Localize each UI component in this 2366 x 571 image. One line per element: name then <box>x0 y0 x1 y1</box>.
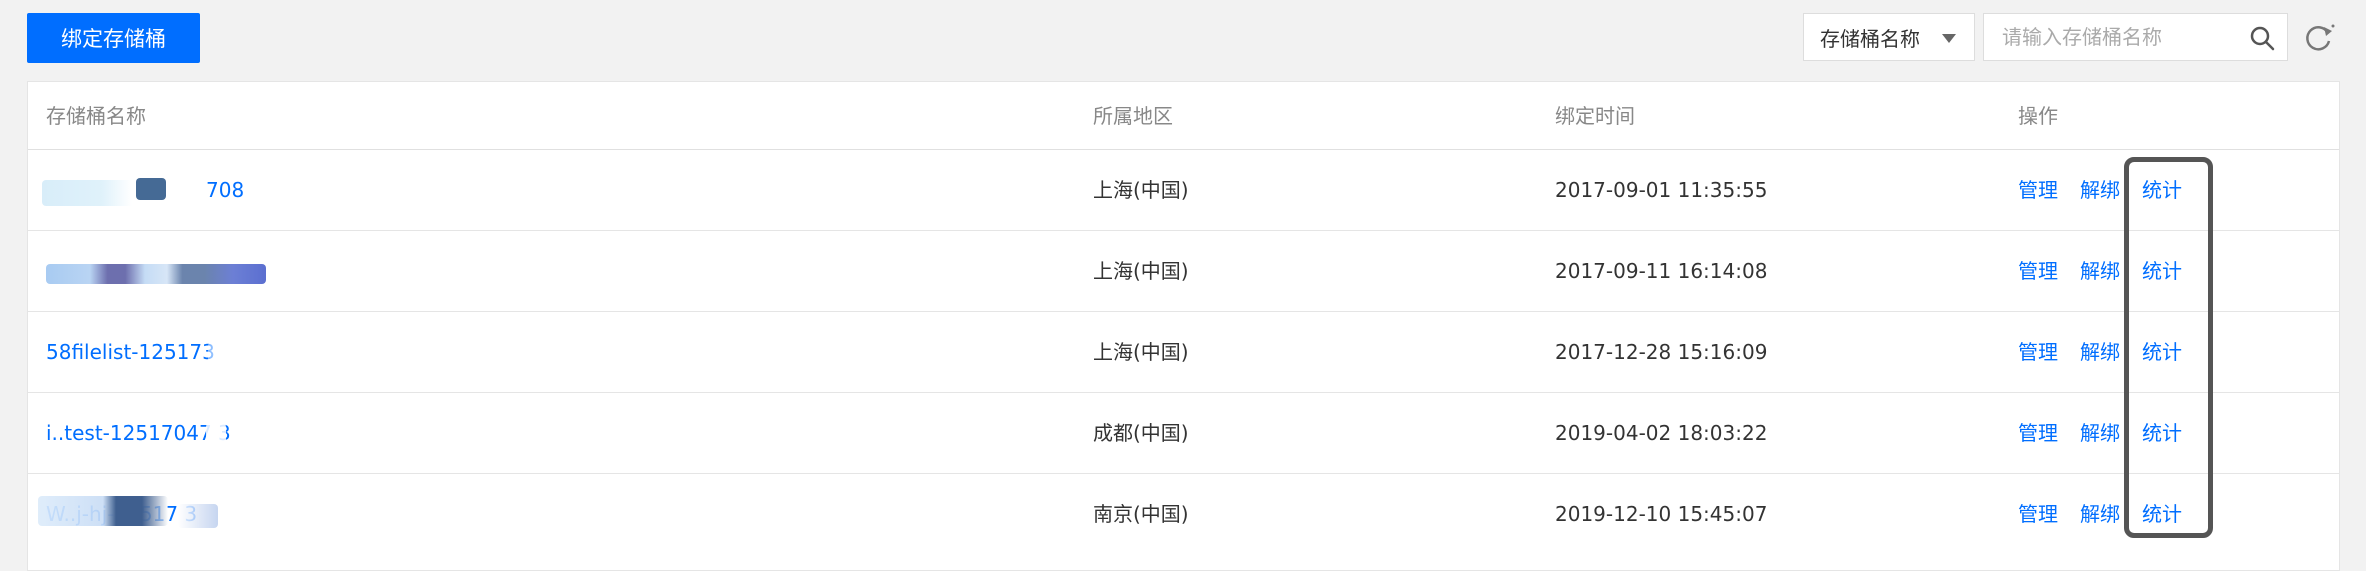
col-actions: 操作 <box>2018 104 2058 128</box>
unbind-link[interactable]: 解绑 <box>2080 231 2120 311</box>
search-icon[interactable] <box>2249 25 2275 51</box>
unbind-link[interactable]: 解绑 <box>2080 393 2120 473</box>
unbind-link[interactable]: 解绑 <box>2080 150 2120 230</box>
bind-time-cell: 2019-04-02 18:03:22 <box>1555 421 1768 445</box>
search-box <box>1983 13 2288 61</box>
stats-link[interactable]: 统计 <box>2142 393 2182 473</box>
manage-link[interactable]: 管理 <box>2018 150 2058 230</box>
table-row: 708 上海(中国) 2017-09-01 11:35:55 管理 解绑 统计 <box>28 150 2339 231</box>
region-cell: 上海(中国) <box>1093 178 1189 202</box>
unbind-link[interactable]: 解绑 <box>2080 474 2120 554</box>
caret-down-icon <box>1942 34 1956 43</box>
bucket-name-link[interactable]: 708 <box>46 150 244 230</box>
region-cell: 南京(中国) <box>1093 502 1189 526</box>
bind-time-cell: 2017-09-01 11:35:55 <box>1555 178 1768 202</box>
table-row: i..test-12517047 3 成都(中国) 2019-04-02 18:… <box>28 393 2339 474</box>
stats-link[interactable]: 统计 <box>2142 150 2182 230</box>
stats-link[interactable]: 统计 <box>2142 474 2182 554</box>
table-row: 58filelist-125173 上海(中国) 2017-12-28 15:1… <box>28 312 2339 393</box>
col-region: 所属地区 <box>1093 104 1173 128</box>
bind-time-cell: 2017-09-11 16:14:08 <box>1555 259 1768 283</box>
manage-link[interactable]: 管理 <box>2018 231 2058 311</box>
unbind-link[interactable]: 解绑 <box>2080 312 2120 392</box>
table-row: W..j-hj-12517 3 南京(中国) 2019-12-10 15:45:… <box>28 474 2339 555</box>
region-cell: 上海(中国) <box>1093 259 1189 283</box>
bucket-name-link[interactable]: 58filelist-125173 <box>46 312 215 392</box>
table-row: 上海(中国) 2017-09-11 16:14:08 管理 解绑 统计 <box>28 231 2339 312</box>
manage-link[interactable]: 管理 <box>2018 312 2058 392</box>
filter-field-select[interactable]: 存储桶名称 <box>1803 13 1975 61</box>
filter-select-value: 存储桶名称 <box>1820 26 1920 51</box>
bind-bucket-button[interactable]: 绑定存储桶 <box>27 13 200 63</box>
region-cell: 上海(中国) <box>1093 340 1189 364</box>
manage-link[interactable]: 管理 <box>2018 393 2058 473</box>
region-cell: 成都(中国) <box>1093 421 1189 445</box>
bind-time-cell: 2017-12-28 15:16:09 <box>1555 340 1768 364</box>
stats-link[interactable]: 统计 <box>2142 312 2182 392</box>
bucket-table: 存储桶名称 所属地区 绑定时间 操作 708 上海(中国) 2017-09-01… <box>27 81 2340 571</box>
refresh-icon[interactable] <box>2302 21 2336 55</box>
stats-link[interactable]: 统计 <box>2142 231 2182 311</box>
col-bind-time: 绑定时间 <box>1555 104 1635 128</box>
bucket-name-link[interactable]: i..test-12517047 3 <box>46 393 231 473</box>
table-header: 存储桶名称 所属地区 绑定时间 操作 <box>28 82 2339 150</box>
bind-time-cell: 2019-12-10 15:45:07 <box>1555 502 1768 526</box>
manage-link[interactable]: 管理 <box>2018 474 2058 554</box>
search-input[interactable] <box>1984 14 2234 60</box>
col-bucket-name: 存储桶名称 <box>46 104 146 128</box>
bucket-name-link[interactable]: W..j-hj-12517 3 <box>46 474 197 554</box>
